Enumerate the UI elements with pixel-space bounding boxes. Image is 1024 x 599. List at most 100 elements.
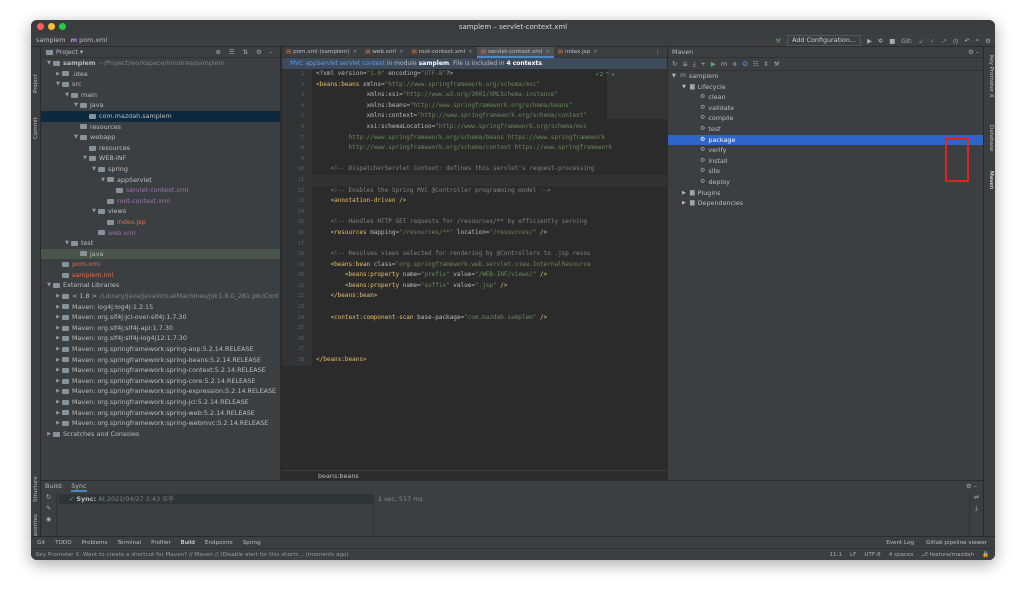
tool-window-button[interactable]: Git xyxy=(37,540,45,546)
eye-icon[interactable]: ◉ xyxy=(41,514,56,525)
tree-arrow-icon[interactable]: ▶ xyxy=(54,323,62,334)
project-tree-item[interactable]: root-context.xml xyxy=(41,196,280,207)
tree-arrow-icon[interactable]: ▶ xyxy=(54,397,62,408)
editor-tab[interactable]: ▤ pom.xml (samplem) × xyxy=(282,47,361,58)
database-tool-tab[interactable]: Database xyxy=(988,125,994,151)
tree-arrow-icon[interactable]: ▼ xyxy=(90,206,98,217)
code-line[interactable]: 7 http://www.springframework.org/schema/… xyxy=(282,132,667,144)
rollback-icon[interactable]: ↶ xyxy=(964,37,969,45)
tree-arrow-icon[interactable]: ▶ xyxy=(54,355,62,366)
tree-arrow-icon[interactable]: ▶ xyxy=(54,418,62,429)
tree-arrow-icon[interactable]: ▼ xyxy=(81,153,89,164)
close-tab-icon[interactable]: × xyxy=(545,49,550,55)
project-tree-item[interactable]: ▶ < 1.8 >/Library/Java/JavaVirtualMachine… xyxy=(41,291,280,302)
project-tree-item[interactable]: ▼ webapp xyxy=(41,132,280,143)
reload-icon[interactable]: ↻ xyxy=(672,60,682,68)
soft-wrap-icon[interactable]: ⇌ xyxy=(970,492,983,503)
maven-tree-item[interactable]: ⚙ compile xyxy=(668,113,983,124)
maven-tree-item[interactable]: ⚙ deploy xyxy=(668,177,983,188)
editor-tab[interactable]: ▤ index.jsp × xyxy=(554,47,602,58)
tool-window-button[interactable]: Event Log xyxy=(886,540,914,546)
code-line[interactable]: 13 <annotation-driven /> xyxy=(282,196,667,207)
project-tree-item[interactable]: ▶ Scratches and Consoles xyxy=(41,429,280,440)
git-push-icon[interactable]: ↗ xyxy=(941,37,946,45)
maven-tree-item[interactable]: ▶ ▆ Dependencies xyxy=(668,198,983,209)
code-line[interactable]: 16 <resources mapping="/resources/**" lo… xyxy=(282,227,667,239)
line-separator[interactable]: LF xyxy=(850,552,856,558)
project-tree-item[interactable]: ▶ Maven: org.springframework:spring-jcl:5… xyxy=(41,397,280,408)
code-line[interactable]: 19 <beans:bean class="org.springframewor… xyxy=(282,259,667,271)
tool-window-button[interactable]: Profiler xyxy=(151,540,171,546)
project-tree-item[interactable]: ▼ samplem ~/Project/workspace/innotree/sam… xyxy=(41,58,280,69)
history-icon[interactable]: ◷ xyxy=(953,37,959,45)
add-icon[interactable]: + xyxy=(701,60,711,68)
maven-tree-item[interactable]: ▼ ▆ Lifecycle xyxy=(668,82,983,93)
code-line[interactable]: 21 <beans:property name="suffix" value="… xyxy=(282,280,667,292)
maven-panel-tools[interactable]: ⚙ – xyxy=(968,47,979,57)
more-tabs-icon[interactable]: ⋮ xyxy=(655,48,661,56)
project-tree-item[interactable]: ▶ Maven: org.slf4j:jcl-over-slf4j:1.7.30 xyxy=(41,312,280,323)
maven-settings-icon[interactable]: ⚒ xyxy=(774,60,785,68)
project-tree-item[interactable]: java xyxy=(41,248,280,260)
tree-arrow-icon[interactable]: ▶ xyxy=(54,302,62,313)
minimize-window-button[interactable] xyxy=(48,23,55,30)
project-tree-item[interactable]: ▶ Maven: org.slf4j:slf4j-log4j12:1.7.30 xyxy=(41,333,280,344)
tree-arrow-icon[interactable]: ▼ xyxy=(99,175,107,186)
tree-arrow-icon[interactable]: ▶ xyxy=(54,312,62,323)
execute-goal-icon[interactable]: m xyxy=(721,60,732,68)
maven-tree-item[interactable]: ▼ m samplem xyxy=(668,71,983,82)
tree-arrow-icon[interactable]: ▼ xyxy=(682,82,690,93)
maven-tree-item[interactable]: ⚙ install xyxy=(668,156,983,167)
project-tree-item[interactable]: ▼ spring xyxy=(41,164,280,175)
tool-window-button[interactable]: TODO xyxy=(55,540,72,546)
tree-arrow-icon[interactable]: ▶ xyxy=(54,376,62,387)
project-tree-item[interactable]: ▼ WEB-INF xyxy=(41,153,280,164)
code-line[interactable]: 12 <!-- Enables the Spring MVC @Controll… xyxy=(282,185,667,197)
code-line[interactable]: 20 <beans:property name="prefix" value="… xyxy=(282,270,667,281)
code-line[interactable]: 24 <context:component-scan base-package=… xyxy=(282,312,667,324)
tree-arrow-icon[interactable]: ▶ xyxy=(54,291,62,302)
code-line[interactable]: 15 <!-- Handles HTTP GET requests for /r… xyxy=(282,217,667,228)
file-encoding[interactable]: UTF-8 xyxy=(864,552,880,558)
commit-tool-tab[interactable]: Commit xyxy=(33,117,39,139)
lock-icon[interactable]: 🔒 xyxy=(982,552,989,558)
code-line[interactable]: 10 <!-- DispatcherServlet Context: defin… xyxy=(282,164,667,175)
breadcrumb-file[interactable]: pom.xml xyxy=(79,36,107,44)
maven-tree-item[interactable]: ⚙ clean xyxy=(668,92,983,103)
code-line[interactable]: 14 xyxy=(282,206,667,218)
skip-tests-icon[interactable]: ✪ xyxy=(742,60,752,68)
maven-tool-tab[interactable]: Maven xyxy=(988,171,994,189)
close-tab-icon[interactable]: × xyxy=(468,49,473,55)
code-line[interactable]: 26 xyxy=(282,333,667,345)
git-commit-icon[interactable]: ✓ xyxy=(930,37,935,45)
project-tree-item[interactable]: ▶ Maven: org.springframework:spring-core:… xyxy=(41,376,280,387)
tree-arrow-icon[interactable]: ▶ xyxy=(54,344,62,355)
code-line[interactable]: 17 xyxy=(282,238,667,250)
maven-tree-item[interactable]: ⚙ package xyxy=(668,134,983,146)
project-tree-item[interactable]: ▶ Maven: org.slf4j:slf4j-api:1.7.30 xyxy=(41,323,280,334)
project-tree-item[interactable]: ▶ .idea xyxy=(41,69,280,80)
tool-window-button[interactable]: Terminal xyxy=(117,540,141,546)
code-line[interactable]: 9 xyxy=(282,153,667,165)
run-icon[interactable]: ▶ xyxy=(867,37,872,45)
tree-arrow-icon[interactable]: ▶ xyxy=(54,408,62,419)
code-line[interactable]: 6 xsi:schemaLocation="http://www.springf… xyxy=(282,121,667,133)
add-configuration-button[interactable]: Add Configuration... xyxy=(787,35,861,46)
tool-window-button[interactable]: Endpoints xyxy=(205,540,233,546)
project-tree-item[interactable]: ▼ test xyxy=(41,238,280,249)
build-panel-tools[interactable]: ⚙ – xyxy=(966,481,977,492)
tree-arrow-icon[interactable]: ▼ xyxy=(63,90,71,101)
toggle-offline-icon[interactable]: ⧺ xyxy=(732,60,742,68)
git-branch[interactable]: ⎇ feature/mazdah xyxy=(921,552,974,558)
maven-tree-item[interactable]: ⚙ site xyxy=(668,166,983,177)
tool-window-button[interactable]: Gitlab pipeline viewer xyxy=(926,540,987,546)
tree-arrow-icon[interactable]: ▼ xyxy=(45,58,53,69)
sync-tab[interactable]: Sync xyxy=(71,481,87,492)
project-panel-tools[interactable]: ⊕ ☰ ⇅ ⚙ – xyxy=(216,47,277,58)
maven-tree-item[interactable]: ▶ ▆ Plugins xyxy=(668,188,983,199)
project-tree-item[interactable]: ▼ views xyxy=(41,206,280,217)
code-line[interactable]: 22 </beans:bean> xyxy=(282,291,667,303)
project-tree-item[interactable]: ▶ Maven: org.springframework:spring-web:5… xyxy=(41,408,280,419)
sync-result-row[interactable]: ✓ Sync: At 2021/04/27 2:43 오후 xyxy=(59,494,373,504)
maven-tree-item[interactable]: ⚙ validate xyxy=(668,103,983,114)
